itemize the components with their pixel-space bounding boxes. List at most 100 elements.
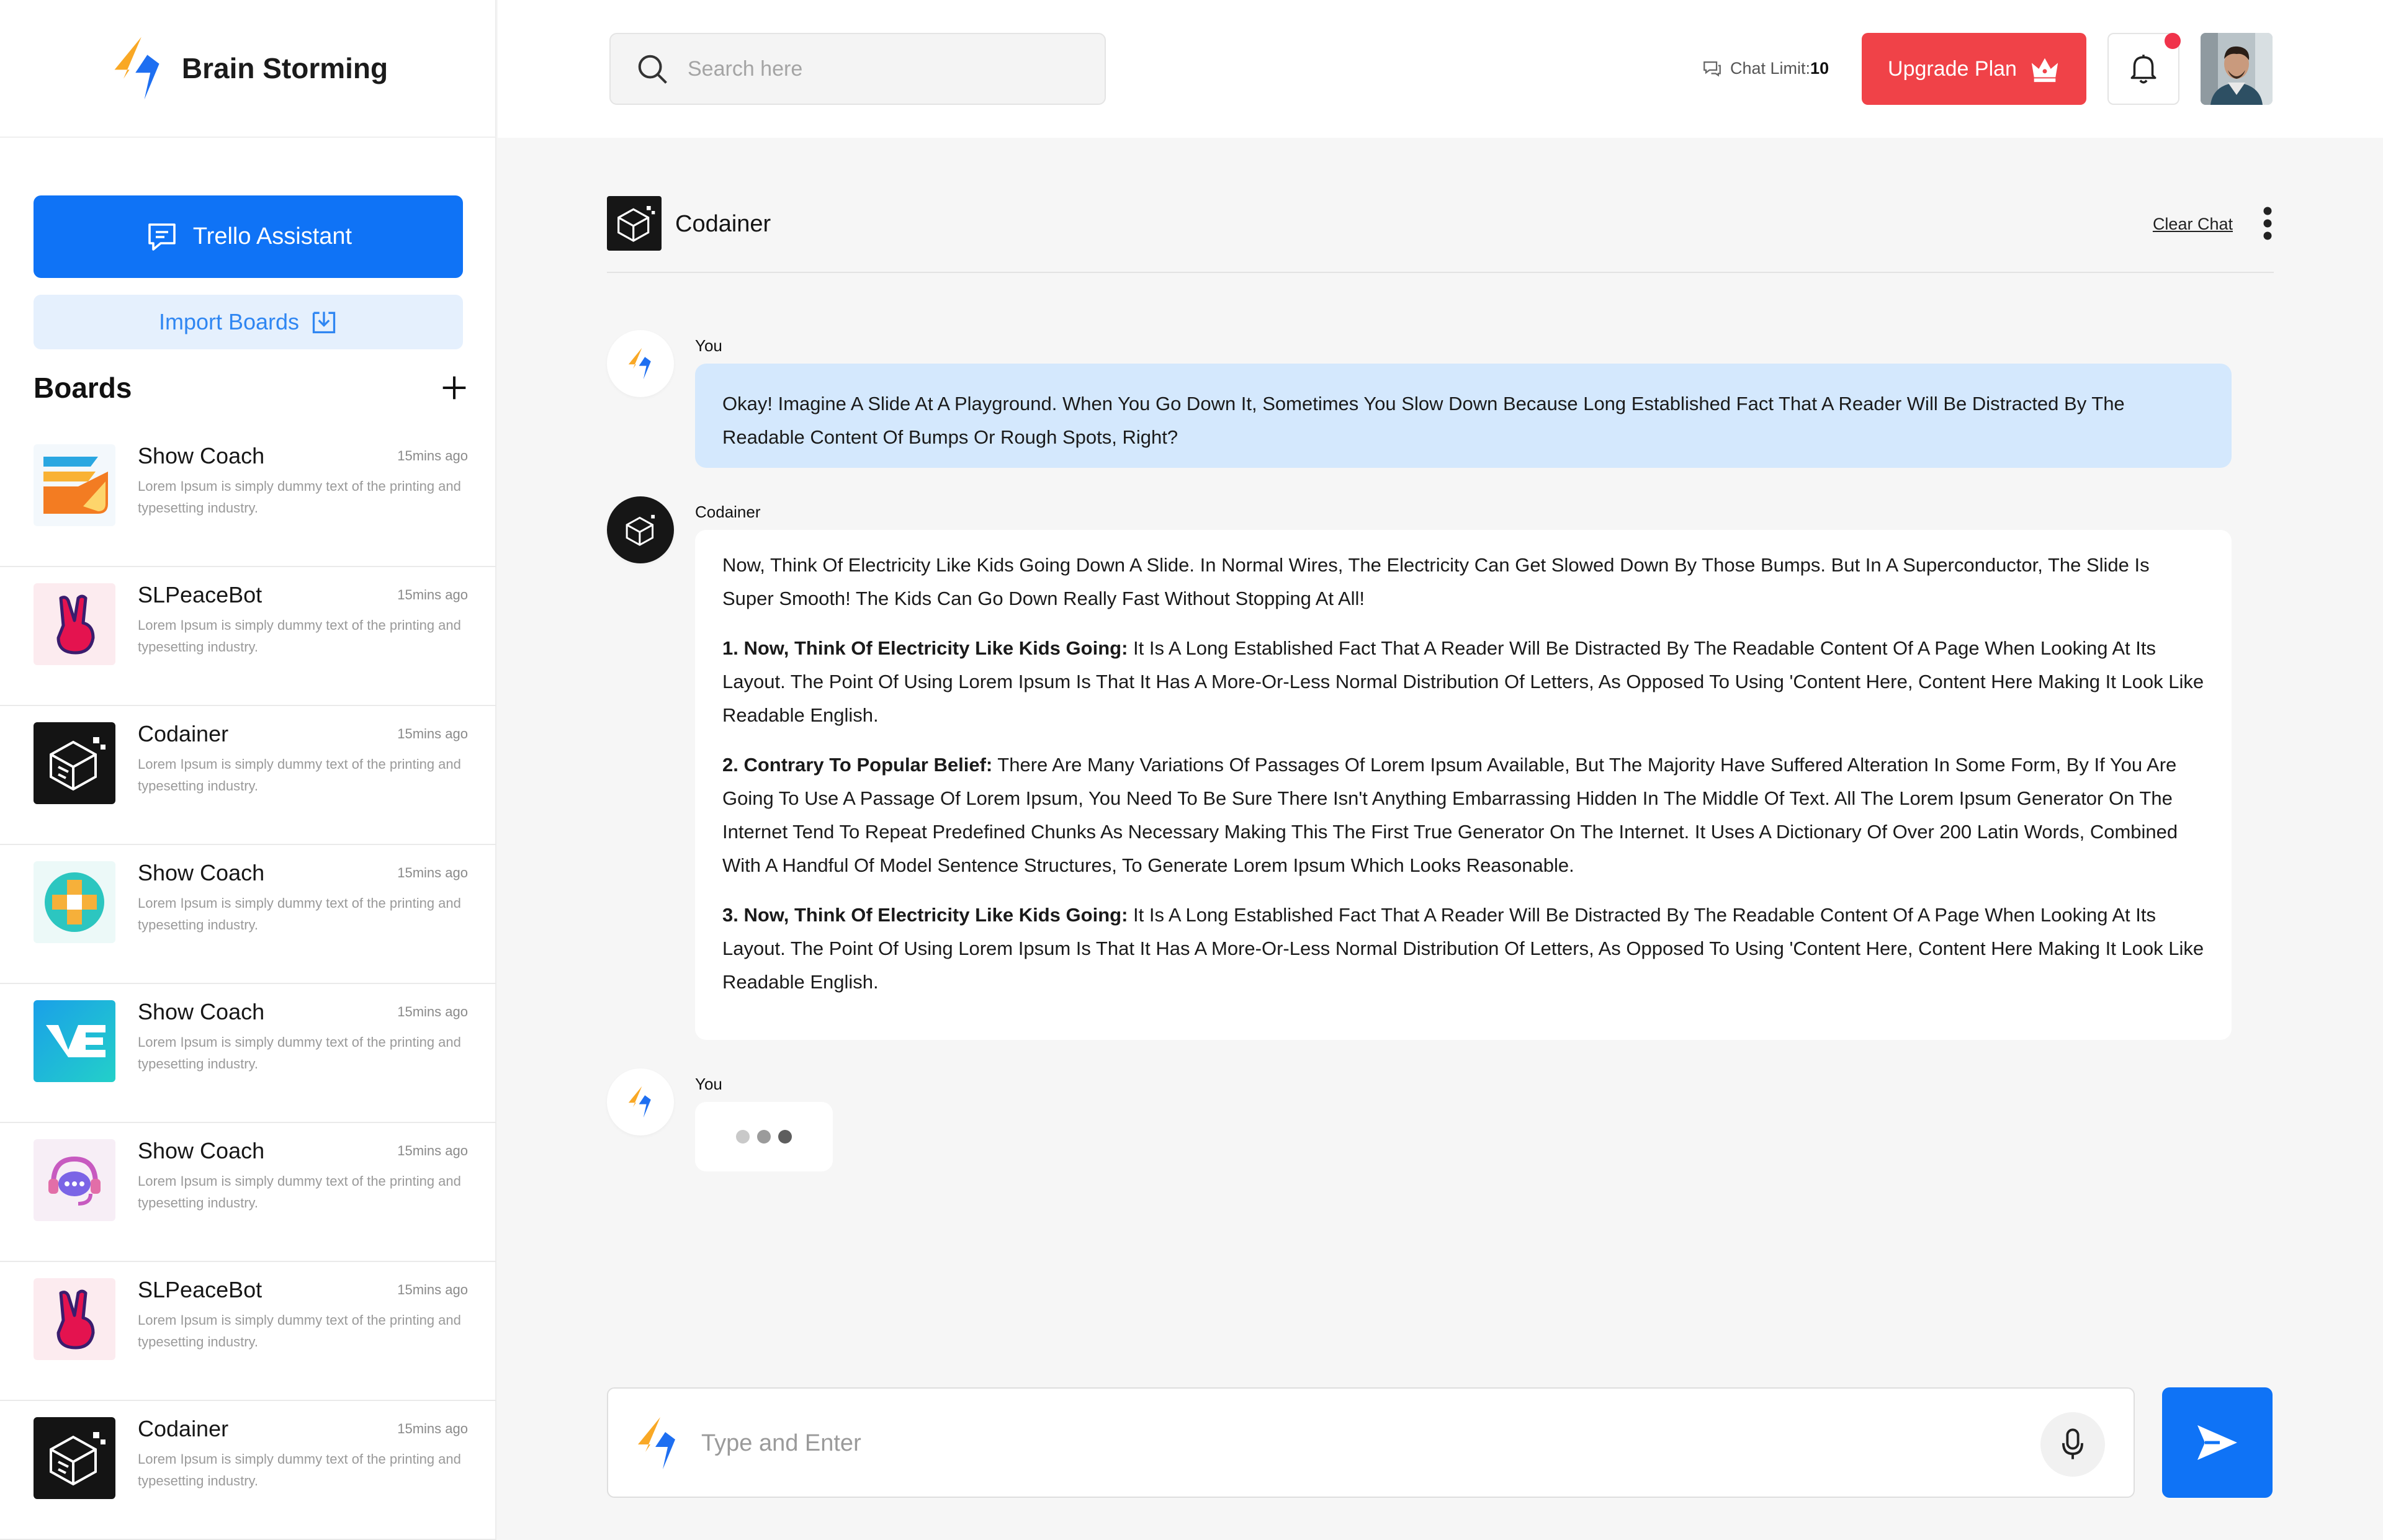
codainer-cube-icon [607, 196, 662, 251]
board-description: Lorem Ipsum is simply dummy text of the … [138, 1173, 461, 1211]
brand-logo-icon [628, 1086, 651, 1118]
board-time: 15mins ago [397, 1421, 468, 1436]
notifications-button[interactable] [2107, 33, 2181, 105]
board-name: Codainer [138, 721, 229, 746]
board-time: 15mins ago [397, 1143, 468, 1158]
board-time: 15mins ago [397, 587, 468, 602]
clear-chat-link[interactable]: Clear Chat [2153, 215, 2233, 234]
add-board-icon[interactable] [441, 374, 468, 401]
message-input[interactable] [701, 1423, 1930, 1463]
board-item[interactable]: SLPeaceBot 15mins ago Lorem Ipsum is sim… [0, 1262, 496, 1401]
typing-dot [778, 1130, 792, 1144]
search-input[interactable] [688, 56, 1072, 81]
board-name: SLPeaceBot [138, 1277, 263, 1302]
peace-hand-icon [34, 583, 115, 665]
board-time: 15mins ago [397, 448, 468, 463]
send-button[interactable] [2162, 1387, 2273, 1498]
board-item[interactable]: Show Coach 15mins ago Lorem Ipsum is sim… [0, 1123, 496, 1262]
notification-dot [2165, 33, 2181, 49]
trello-assistant-label: Trello Assistant [192, 223, 352, 249]
bot-list-item: 1. Now, Think Of Electricity Like Kids G… [722, 632, 2204, 732]
board-item[interactable]: Codainer 15mins ago Lorem Ipsum is simpl… [0, 1401, 496, 1540]
board-item[interactable]: Show Coach 15mins ago Lorem Ipsum is sim… [0, 428, 496, 567]
board-description: Lorem Ipsum is simply dummy text of the … [138, 617, 461, 655]
bot-list-item-title: 2. Contrary To Popular Belief: [722, 754, 993, 776]
brand-logo-icon [628, 347, 651, 380]
import-boards-label: Import Boards [158, 309, 300, 334]
chat-bubble-icon [148, 223, 176, 251]
medical-cross-icon [34, 861, 115, 943]
chat-limit-icon [1703, 61, 1721, 77]
upgrade-plan-button[interactable]: Upgrade Plan [1862, 33, 2086, 105]
user-avatar[interactable] [2201, 33, 2273, 105]
board-time: 15mins ago [397, 1004, 468, 1019]
board-time: 15mins ago [397, 865, 468, 880]
import-boards-button[interactable]: Import Boards [34, 295, 463, 349]
board-description: Lorem Ipsum is simply dummy text of the … [138, 895, 461, 933]
show-coach-logo-icon [34, 444, 115, 526]
message-author: You [695, 336, 722, 355]
codainer-cube-icon [626, 514, 655, 546]
codainer-cube-icon [34, 722, 115, 804]
trello-assistant-button[interactable]: Trello Assistant [34, 195, 463, 278]
bot-list-item: 2. Contrary To Popular Belief: There Are… [722, 748, 2204, 882]
user-message-avatar [607, 1068, 674, 1135]
top-bar: Chat Limit: 10 Upgrade Plan [498, 0, 2383, 138]
board-name: Codainer [138, 1416, 229, 1441]
microphone-button[interactable] [2040, 1412, 2105, 1477]
chat-limit: Chat Limit: 10 [1702, 55, 1829, 82]
brand-logo-icon [638, 1417, 675, 1469]
boards-header: Boards [34, 366, 468, 410]
board-description: Lorem Ipsum is simply dummy text of the … [138, 1451, 461, 1489]
message-author: You [695, 1075, 722, 1093]
board-list: Show Coach 15mins ago Lorem Ipsum is sim… [0, 428, 496, 1540]
board-description: Lorem Ipsum is simply dummy text of the … [138, 1312, 461, 1350]
message-composer [607, 1387, 2135, 1498]
board-name: Show Coach [138, 999, 265, 1024]
upgrade-plan-label: Upgrade Plan [1888, 56, 2017, 81]
user-message-text: Okay! Imagine A Slide At A Playground. W… [722, 393, 2125, 448]
typing-indicator [695, 1102, 833, 1171]
board-time: 15mins ago [397, 1282, 468, 1297]
board-description: Lorem Ipsum is simply dummy text of the … [138, 478, 461, 516]
typing-dot [736, 1130, 750, 1144]
board-item[interactable]: Codainer 15mins ago Lorem Ipsum is simpl… [0, 706, 496, 845]
brand[interactable]: Brain Storming [0, 0, 496, 138]
user-message-avatar [607, 330, 674, 397]
search-icon [638, 55, 667, 84]
brand-name: Brain Storming [181, 52, 388, 84]
ve-logo-icon [34, 1000, 115, 1082]
message-author: Codainer [695, 503, 761, 521]
board-item[interactable]: Show Coach 15mins ago Lorem Ipsum is sim… [0, 845, 496, 984]
chat-headset-icon [34, 1139, 115, 1221]
more-options-icon[interactable] [2261, 205, 2274, 242]
crown-icon [2031, 58, 2058, 83]
download-icon [312, 311, 336, 334]
typing-dot [757, 1130, 771, 1144]
user-message-bubble: Okay! Imagine A Slide At A Playground. W… [695, 364, 2232, 468]
board-name: Show Coach [138, 1138, 265, 1163]
board-name: SLPeaceBot [138, 582, 263, 607]
bot-message-bubble: Now, Think Of Electricity Like Kids Goin… [695, 530, 2232, 1040]
board-item[interactable]: Show Coach 15mins ago Lorem Ipsum is sim… [0, 984, 496, 1123]
chat-limit-value: 10 [1810, 58, 1829, 78]
sidebar: Brain Storming Trello Assistant Import B… [0, 0, 496, 1540]
bot-list-item-title: 3. Now, Think Of Electricity Like Kids G… [722, 904, 1128, 926]
board-description: Lorem Ipsum is simply dummy text of the … [138, 756, 461, 794]
board-name: Show Coach [138, 860, 265, 885]
chat-limit-label: Chat Limit: [1730, 58, 1811, 78]
board-name: Show Coach [138, 443, 265, 468]
codainer-cube-icon [34, 1417, 115, 1499]
peace-hand-icon [34, 1278, 115, 1360]
board-description: Lorem Ipsum is simply dummy text of the … [138, 1034, 461, 1072]
brand-logo-icon [114, 37, 159, 100]
send-icon [2197, 1425, 2237, 1460]
boards-title: Boards [34, 372, 132, 404]
chat-title: Codainer [675, 211, 771, 237]
microphone-icon [2062, 1428, 2084, 1459]
bell-icon [2130, 55, 2156, 84]
search-box[interactable] [609, 33, 1106, 105]
bot-list-item-title: 1. Now, Think Of Electricity Like Kids G… [722, 637, 1128, 659]
board-item[interactable]: SLPeaceBot 15mins ago Lorem Ipsum is sim… [0, 567, 496, 706]
board-time: 15mins ago [397, 726, 468, 741]
